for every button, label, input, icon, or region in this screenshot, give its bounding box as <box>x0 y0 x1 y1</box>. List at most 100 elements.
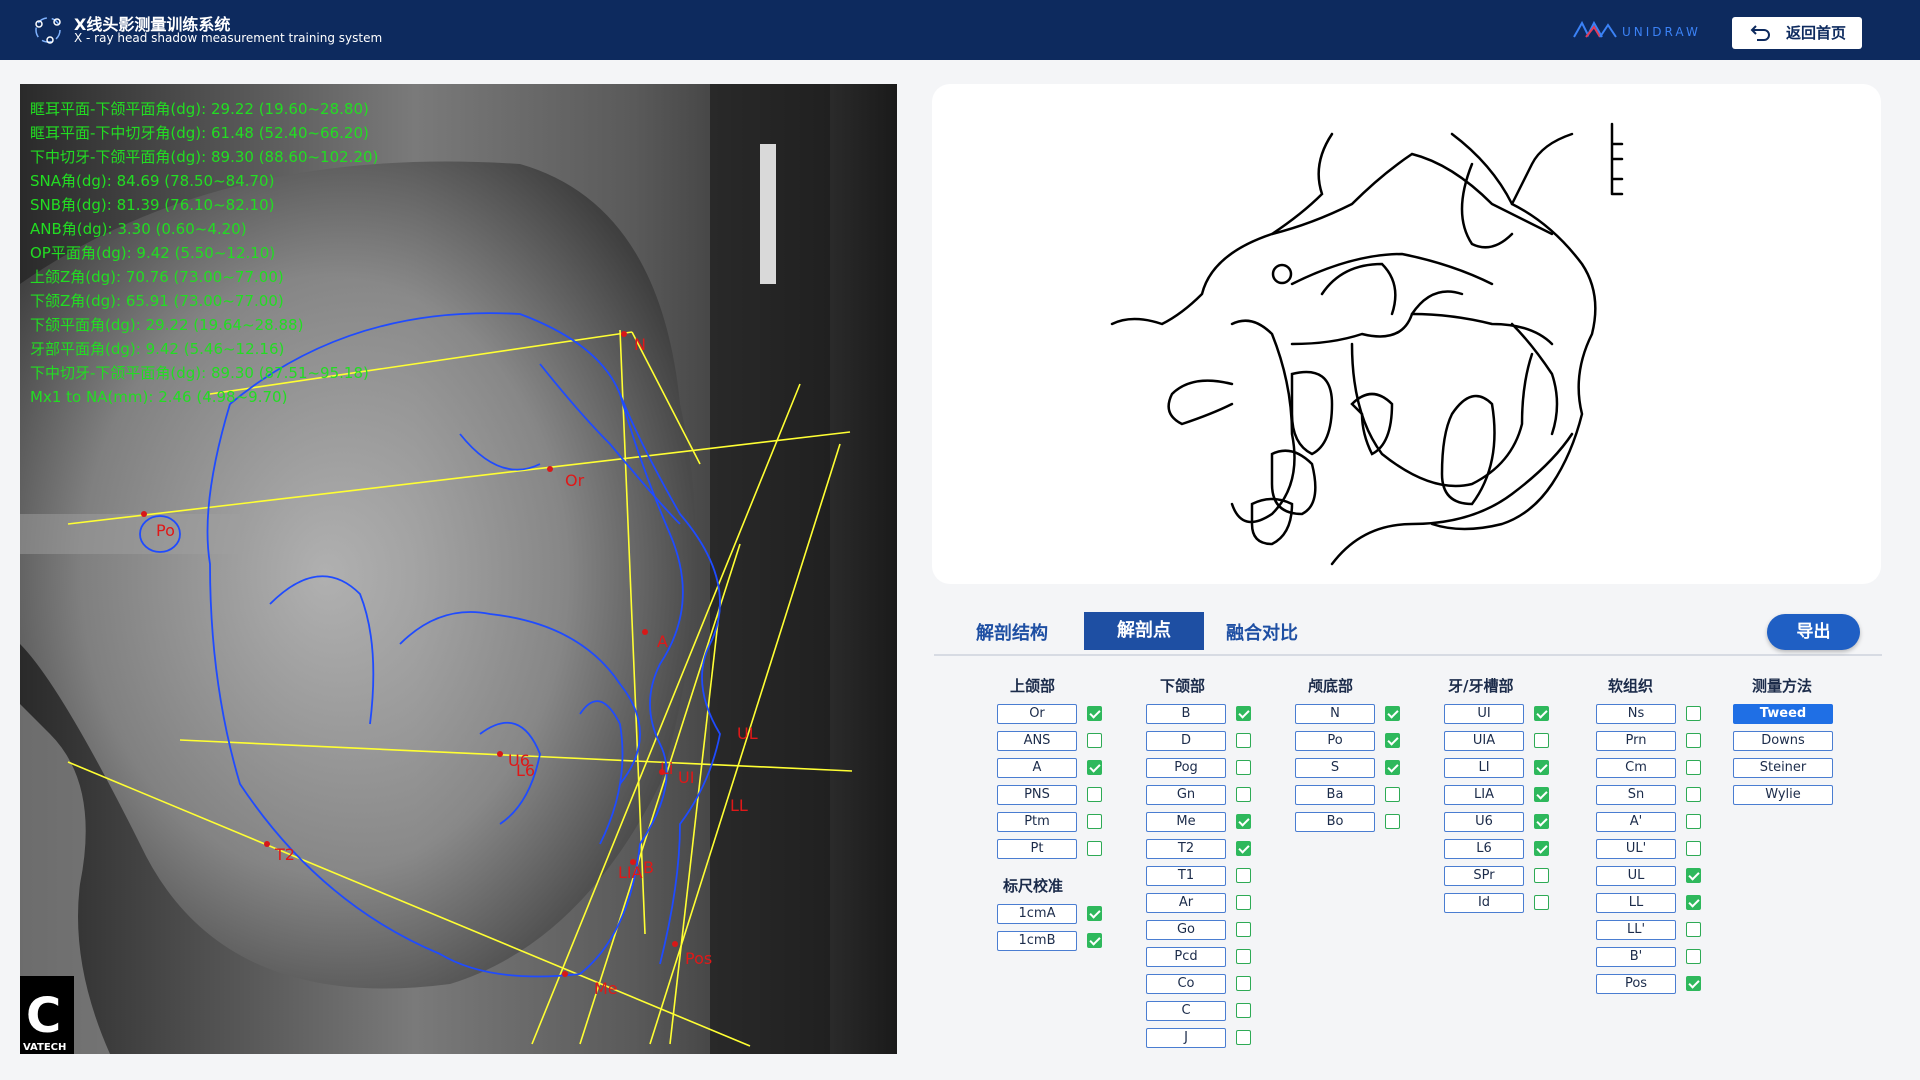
point-mandible-checkbox[interactable] <box>1236 868 1251 883</box>
point-cranial_base-checkbox[interactable] <box>1385 733 1400 748</box>
point-maxilla-button[interactable]: PNS <box>997 785 1077 805</box>
home-button[interactable]: 返回首页 <box>1732 17 1862 49</box>
point-soft_tissue-checkbox[interactable] <box>1686 895 1701 910</box>
method-downs-button[interactable]: Downs <box>1733 731 1833 751</box>
point-mandible-checkbox[interactable] <box>1236 733 1251 748</box>
point-mandible-checkbox[interactable] <box>1236 787 1251 802</box>
point-maxilla-button[interactable]: A <box>997 758 1077 778</box>
point-soft_tissue-button[interactable]: UL' <box>1596 839 1676 859</box>
point-teeth-checkbox[interactable] <box>1534 895 1549 910</box>
point-teeth-button[interactable]: Id <box>1444 893 1524 913</box>
point-teeth-button[interactable]: LI <box>1444 758 1524 778</box>
point-soft_tissue-button[interactable]: Sn <box>1596 785 1676 805</box>
tab-anatomy-points[interactable]: 解剖点 <box>1084 612 1204 650</box>
point-cranial_base-checkbox[interactable] <box>1385 814 1400 829</box>
point-mandible-button[interactable]: T1 <box>1146 866 1226 886</box>
point-teeth-button[interactable]: U6 <box>1444 812 1524 832</box>
point-mandible-checkbox[interactable] <box>1236 814 1251 829</box>
point-maxilla-button[interactable]: Ptm <box>997 812 1077 832</box>
export-button[interactable]: 导出 <box>1767 614 1860 650</box>
point-soft_tissue-button[interactable]: Prn <box>1596 731 1676 751</box>
point-soft_tissue-button[interactable]: LL <box>1596 893 1676 913</box>
point-ruler-button[interactable]: 1cmA <box>997 904 1077 924</box>
point-cranial_base-checkbox[interactable] <box>1385 760 1400 775</box>
point-mandible-button[interactable]: Pog <box>1146 758 1226 778</box>
point-soft_tissue-checkbox[interactable] <box>1686 949 1701 964</box>
method-wylie-button[interactable]: Wylie <box>1733 785 1833 805</box>
point-mandible-button[interactable]: D <box>1146 731 1226 751</box>
point-mandible-button[interactable]: Ar <box>1146 893 1226 913</box>
tab-fusion-compare[interactable]: 融合对比 <box>1226 612 1336 650</box>
point-maxilla-checkbox[interactable] <box>1087 760 1102 775</box>
point-teeth-button[interactable]: LIA <box>1444 785 1524 805</box>
point-maxilla-checkbox[interactable] <box>1087 841 1102 856</box>
point-soft_tissue-checkbox[interactable] <box>1686 841 1701 856</box>
point-teeth-checkbox[interactable] <box>1534 814 1549 829</box>
point-maxilla-button[interactable]: Pt <box>997 839 1077 859</box>
point-mandible-button[interactable]: Pcd <box>1146 947 1226 967</box>
point-mandible-button[interactable]: Gn <box>1146 785 1226 805</box>
point-soft_tissue-button[interactable]: Ns <box>1596 704 1676 724</box>
point-soft_tissue-checkbox[interactable] <box>1686 787 1701 802</box>
point-cranial_base-button[interactable]: N <box>1295 704 1375 724</box>
point-mandible-checkbox[interactable] <box>1236 922 1251 937</box>
point-teeth-button[interactable]: UIA <box>1444 731 1524 751</box>
point-teeth-checkbox[interactable] <box>1534 841 1549 856</box>
point-maxilla-checkbox[interactable] <box>1087 814 1102 829</box>
point-soft_tissue-button[interactable]: Pos <box>1596 974 1676 994</box>
point-cranial_base-button[interactable]: Po <box>1295 731 1375 751</box>
point-mandible-button[interactable]: T2 <box>1146 839 1226 859</box>
point-soft_tissue-button[interactable]: UL <box>1596 866 1676 886</box>
point-soft_tissue-button[interactable]: A' <box>1596 812 1676 832</box>
method-tweed-button[interactable]: Tweed <box>1733 704 1833 724</box>
point-soft_tissue-checkbox[interactable] <box>1686 868 1701 883</box>
point-mandible-checkbox[interactable] <box>1236 895 1251 910</box>
point-ruler-checkbox[interactable] <box>1087 906 1102 921</box>
point-cranial_base-button[interactable]: S <box>1295 758 1375 778</box>
point-teeth-button[interactable]: SPr <box>1444 866 1524 886</box>
point-soft_tissue-button[interactable]: Cm <box>1596 758 1676 778</box>
point-soft_tissue-checkbox[interactable] <box>1686 733 1701 748</box>
point-soft_tissue-button[interactable]: B' <box>1596 947 1676 967</box>
point-teeth-button[interactable]: UI <box>1444 704 1524 724</box>
point-mandible-button[interactable]: C <box>1146 1001 1226 1021</box>
point-mandible-button[interactable]: Me <box>1146 812 1226 832</box>
point-mandible-checkbox[interactable] <box>1236 760 1251 775</box>
point-mandible-button[interactable]: Go <box>1146 920 1226 940</box>
point-maxilla-button[interactable]: ANS <box>997 731 1077 751</box>
point-soft_tissue-checkbox[interactable] <box>1686 976 1701 991</box>
point-soft_tissue-checkbox[interactable] <box>1686 706 1701 721</box>
point-cranial_base-checkbox[interactable] <box>1385 706 1400 721</box>
point-mandible-checkbox[interactable] <box>1236 1030 1251 1045</box>
point-teeth-checkbox[interactable] <box>1534 706 1549 721</box>
point-mandible-checkbox[interactable] <box>1236 1003 1251 1018</box>
point-soft_tissue-button[interactable]: LL' <box>1596 920 1676 940</box>
tab-anatomy-structure[interactable]: 解剖结构 <box>976 612 1086 650</box>
point-cranial_base-checkbox[interactable] <box>1385 787 1400 802</box>
point-mandible-button[interactable]: Co <box>1146 974 1226 994</box>
method-steiner-button[interactable]: Steiner <box>1733 758 1833 778</box>
point-mandible-button[interactable]: B <box>1146 704 1226 724</box>
xray-image-panel[interactable]: 眶耳平面-下颌平面角(dg): 29.22 (19.60~28.80) 眶耳平面… <box>20 84 897 1054</box>
point-soft_tissue-checkbox[interactable] <box>1686 760 1701 775</box>
point-teeth-button[interactable]: L6 <box>1444 839 1524 859</box>
point-ruler-checkbox[interactable] <box>1087 933 1102 948</box>
point-mandible-checkbox[interactable] <box>1236 976 1251 991</box>
point-teeth-checkbox[interactable] <box>1534 733 1549 748</box>
point-soft_tissue-checkbox[interactable] <box>1686 814 1701 829</box>
point-cranial_base-button[interactable]: Bo <box>1295 812 1375 832</box>
point-maxilla-checkbox[interactable] <box>1087 706 1102 721</box>
point-teeth-checkbox[interactable] <box>1534 787 1549 802</box>
point-maxilla-checkbox[interactable] <box>1087 787 1102 802</box>
point-ruler-button[interactable]: 1cmB <box>997 931 1077 951</box>
point-teeth-checkbox[interactable] <box>1534 760 1549 775</box>
cephalogram-canvas[interactable]: 眶耳平面-下颌平面角(dg): 29.22 (19.60~28.80) 眶耳平面… <box>20 84 897 1054</box>
point-teeth-checkbox[interactable] <box>1534 868 1549 883</box>
point-maxilla-checkbox[interactable] <box>1087 733 1102 748</box>
point-maxilla-button[interactable]: Or <box>997 704 1077 724</box>
point-mandible-checkbox[interactable] <box>1236 706 1251 721</box>
point-soft_tissue-checkbox[interactable] <box>1686 922 1701 937</box>
point-mandible-checkbox[interactable] <box>1236 841 1251 856</box>
point-cranial_base-button[interactable]: Ba <box>1295 785 1375 805</box>
point-mandible-checkbox[interactable] <box>1236 949 1251 964</box>
